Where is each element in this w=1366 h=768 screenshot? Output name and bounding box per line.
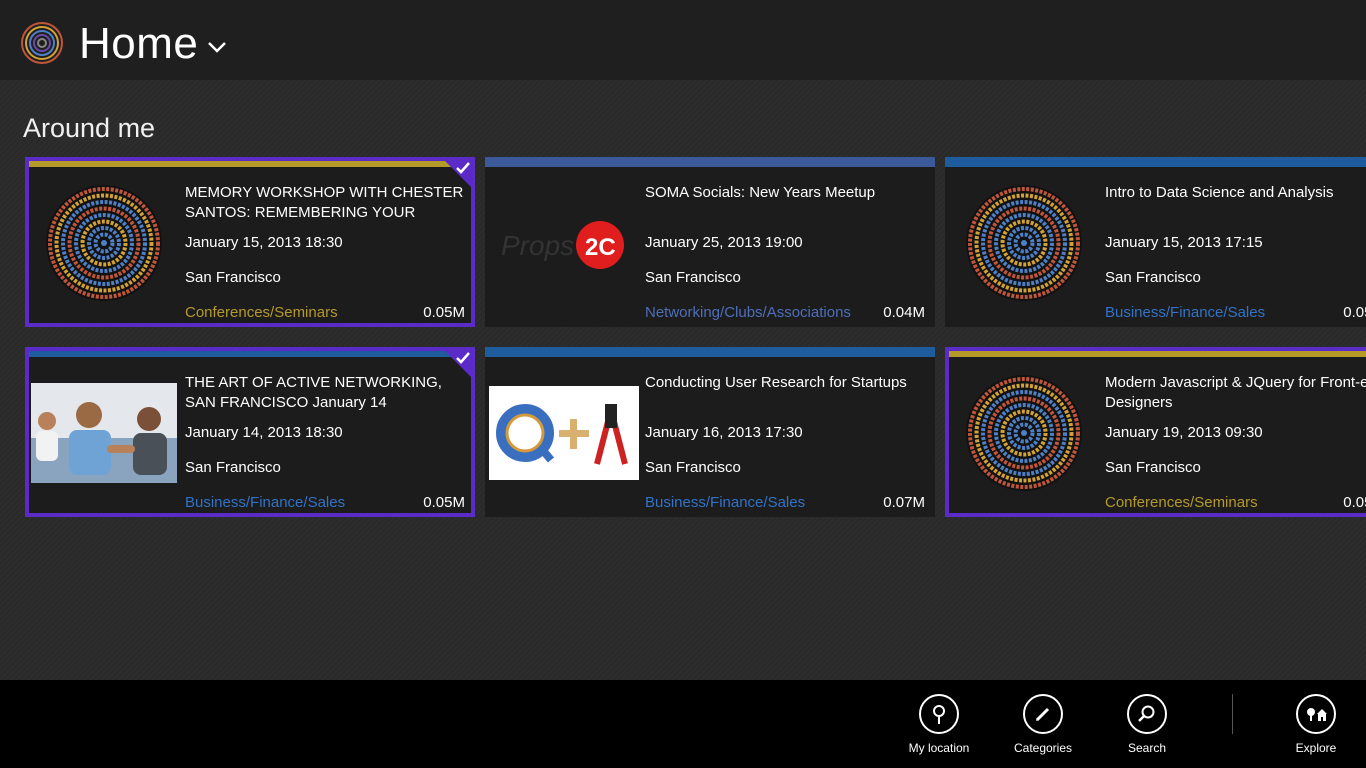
event-size: 0.05M <box>423 494 465 511</box>
concentric-logo-icon <box>966 375 1082 491</box>
event-thumbnail <box>29 373 179 493</box>
event-tile[interactable]: MEMORY WORKSHOP WITH CHESTER SANTOS: REM… <box>25 157 475 327</box>
event-size: 0.05M <box>423 304 465 321</box>
header: Home <box>0 0 1366 80</box>
event-date: January 25, 2013 19:00 <box>645 234 803 251</box>
props-logo-icon: Props 2C <box>501 221 624 269</box>
event-category: Business/Finance/Sales <box>185 494 346 511</box>
event-date: January 14, 2013 18:30 <box>185 424 343 441</box>
event-title: Modern Javascript & JQuery for Front-end… <box>1105 374 1366 411</box>
event-date: January 16, 2013 17:30 <box>645 424 803 441</box>
event-thumbnail: Props 2C <box>489 183 639 303</box>
event-date: January 15, 2013 17:15 <box>1105 234 1263 251</box>
tile-color-bar <box>29 351 471 357</box>
appbar-separator <box>1232 694 1233 734</box>
tile-color-bar <box>485 157 935 167</box>
event-tile[interactable]: Conducting User Research for Startups Ja… <box>485 347 935 517</box>
event-tile[interactable]: Intro to Data Science and Analysis Janua… <box>945 157 1366 327</box>
event-tile[interactable]: Modern Javascript & JQuery for Front-end… <box>945 347 1366 517</box>
chevron-down-icon[interactable] <box>207 40 227 54</box>
app-bar: My location Categories Search Explore <box>0 680 1366 768</box>
event-thumbnail <box>489 373 639 493</box>
section-title: Around me <box>23 113 156 143</box>
categories-button[interactable]: Categories <box>998 694 1088 756</box>
explore-label: Explore <box>1295 741 1337 755</box>
search-button[interactable]: Search <box>1102 694 1192 756</box>
event-category: Networking/Clubs/Associations <box>645 304 851 321</box>
event-grid: MEMORY WORKSHOP WITH CHESTER SANTOS: REM… <box>25 157 1366 529</box>
checkmark-icon <box>445 161 471 187</box>
event-city: San Francisco <box>1105 459 1201 476</box>
event-city: San Francisco <box>1105 269 1201 286</box>
explore-icon <box>1296 694 1336 734</box>
event-title: Intro to Data Science and Analysis <box>1105 184 1334 201</box>
categories-label: Categories <box>1013 741 1073 755</box>
event-size: 0.04M <box>883 304 925 321</box>
event-thumbnail <box>29 183 179 303</box>
location-pin-icon <box>919 694 959 734</box>
event-category: Conferences/Seminars <box>1105 494 1258 511</box>
event-size: 0.07M <box>883 494 925 511</box>
event-city: San Francisco <box>645 269 741 286</box>
event-category: Conferences/Seminars <box>185 304 338 321</box>
svg-text:2C: 2C <box>585 234 616 261</box>
search-label: Search <box>1127 741 1167 755</box>
q-and-a-image <box>489 386 639 480</box>
event-thumbnail <box>949 373 1099 493</box>
event-tile[interactable]: THE ART OF ACTIVE NETWORKING, SAN FRANCI… <box>25 347 475 517</box>
pencil-icon <box>1023 694 1063 734</box>
event-size: 0.05M <box>1343 304 1366 321</box>
event-title: SOMA Socials: New Years Meetup <box>645 184 876 201</box>
page-title[interactable]: Home <box>79 16 198 72</box>
concentric-logo-icon <box>966 185 1082 301</box>
app-logo-icon <box>21 22 63 64</box>
event-tile[interactable]: Props 2C SOMA Socials: New Years Meetup J… <box>485 157 935 327</box>
event-date: January 19, 2013 09:30 <box>1105 424 1263 441</box>
explore-button[interactable]: Explore <box>1271 694 1361 756</box>
checkmark-icon <box>445 351 471 377</box>
event-date: January 15, 2013 18:30 <box>185 234 343 251</box>
my-location-label: My location <box>908 741 970 755</box>
event-title: Conducting User Research for Startups <box>645 374 907 391</box>
svg-text:Props: Props <box>501 230 574 261</box>
event-city: San Francisco <box>185 269 281 286</box>
tile-color-bar <box>945 157 1366 167</box>
event-size: 0.05M <box>1343 494 1366 511</box>
event-category: Business/Finance/Sales <box>645 494 806 511</box>
tile-color-bar <box>949 351 1366 357</box>
tile-color-bar <box>485 347 935 357</box>
event-title: THE ART OF ACTIVE NETWORKING, SAN FRANCI… <box>185 374 442 411</box>
event-title: MEMORY WORKSHOP WITH CHESTER SANTOS: REM… <box>185 184 464 221</box>
tile-color-bar <box>29 161 471 167</box>
event-category: Business/Finance/Sales <box>1105 304 1266 321</box>
search-icon <box>1127 694 1167 734</box>
event-city: San Francisco <box>185 459 281 476</box>
concentric-logo-icon <box>46 185 162 301</box>
event-city: San Francisco <box>645 459 741 476</box>
business-photo <box>31 383 177 483</box>
event-thumbnail <box>949 183 1099 303</box>
my-location-button[interactable]: My location <box>894 694 984 756</box>
